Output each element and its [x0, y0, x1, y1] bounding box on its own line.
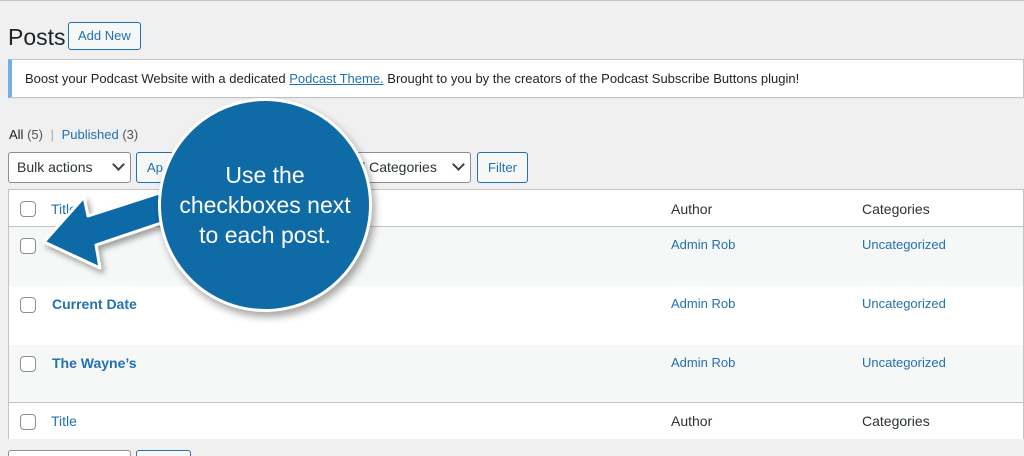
- callout-text: Use the checkboxes next to each post.: [179, 162, 351, 248]
- arrow-icon: [42, 186, 184, 270]
- callout-bubble: Use the checkboxes next to each post.: [158, 98, 372, 312]
